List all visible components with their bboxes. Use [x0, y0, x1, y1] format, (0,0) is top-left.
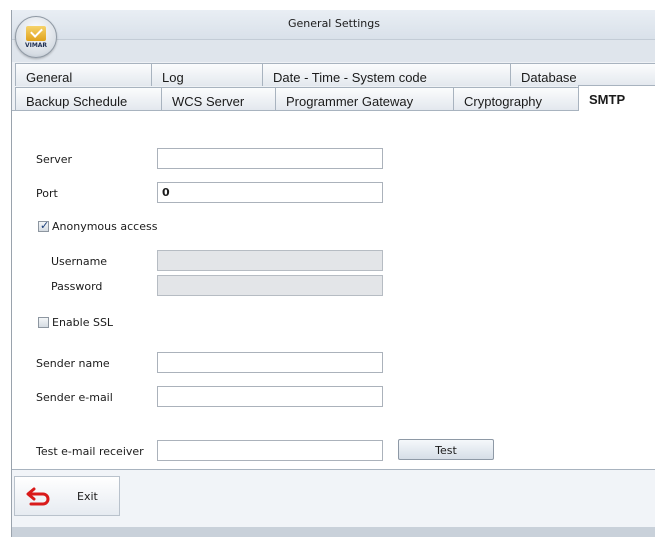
server-label: Server: [36, 153, 73, 166]
exit-button[interactable]: Exit: [14, 476, 120, 516]
exit-arrow-icon: [26, 487, 50, 506]
tab-programmer-gateway[interactable]: Programmer Gateway: [275, 87, 454, 110]
sender-name-input[interactable]: [157, 352, 383, 373]
tab-date-time-system-code[interactable]: Date - Time - System code: [262, 63, 511, 86]
anonymous-access-checkbox[interactable]: [38, 219, 49, 232]
server-input[interactable]: [157, 148, 383, 169]
bottom-status-bar: [12, 527, 655, 537]
app-orb-button[interactable]: VIMAR: [15, 16, 57, 58]
tab-database[interactable]: Database: [510, 63, 655, 86]
enable-ssl-label: Enable SSL: [52, 316, 114, 329]
tab-wcs-server[interactable]: WCS Server: [161, 87, 276, 110]
title-bar: General Settings: [12, 10, 655, 40]
general-settings-window: General Settings VIMAR General Log Date …: [11, 10, 655, 537]
password-label: Password: [51, 280, 103, 293]
tab-backup-schedule[interactable]: Backup Schedule: [15, 87, 162, 110]
sender-email-input[interactable]: [157, 386, 383, 407]
anonymous-access-label: Anonymous access: [52, 220, 158, 233]
port-label: Port: [36, 187, 58, 200]
enable-ssl-checkbox[interactable]: [38, 317, 49, 328]
test-receiver-label: Test e-mail receiver: [36, 445, 144, 458]
tab-general[interactable]: General: [15, 63, 152, 86]
username-label: Username: [51, 255, 108, 268]
tab-strip: [12, 40, 655, 62]
test-receiver-input[interactable]: [157, 440, 383, 461]
exit-label: Exit: [77, 490, 98, 503]
sender-email-label: Sender e-mail: [36, 391, 113, 404]
smtp-settings-panel: Server Port 0 Anonymous access Username …: [12, 110, 655, 470]
window-title: General Settings: [288, 17, 380, 30]
username-input: [157, 250, 383, 271]
tab-cryptography[interactable]: Cryptography: [453, 87, 579, 110]
port-input[interactable]: 0: [157, 182, 383, 203]
tab-log[interactable]: Log: [151, 63, 263, 86]
tab-smtp[interactable]: SMTP: [578, 85, 655, 111]
password-input: [157, 275, 383, 296]
vimar-logo-icon: [26, 26, 46, 41]
footer-bar: Exit: [12, 470, 655, 527]
test-button[interactable]: Test: [398, 439, 494, 460]
sender-name-label: Sender name: [36, 357, 110, 370]
logo-text: VIMAR: [24, 42, 48, 49]
